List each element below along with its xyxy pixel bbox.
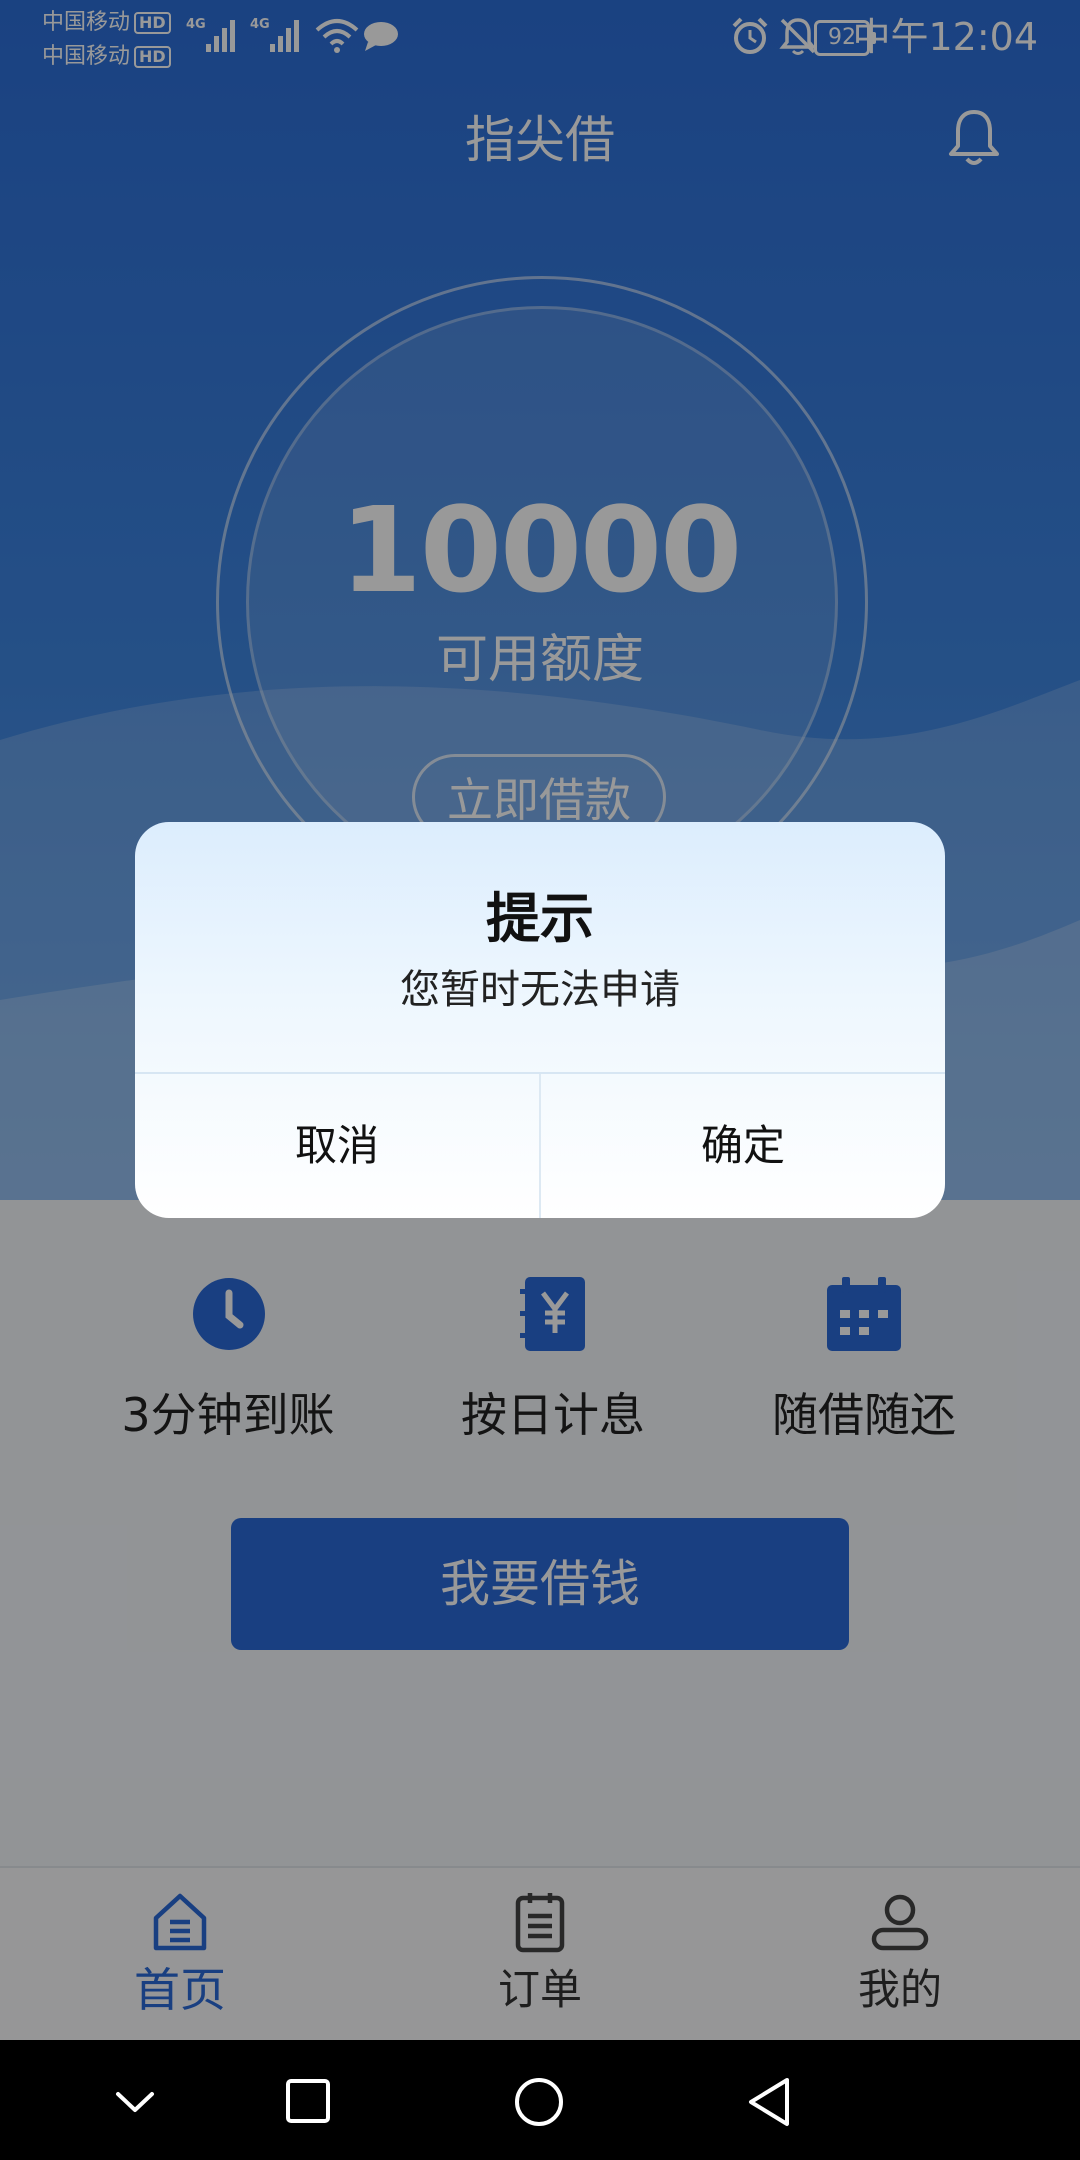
chevron-down-icon[interactable] (114, 2080, 156, 2122)
system-nav-bar (0, 2040, 1080, 2160)
confirm-button[interactable]: 确定 (541, 1074, 945, 1218)
dialog-message: 您暂时无法申请 (400, 967, 680, 1013)
home-circle-icon[interactable] (513, 2076, 565, 2128)
back-icon[interactable] (745, 2076, 793, 2128)
alert-dialog: 提示 您暂时无法申请 取消 确定 (135, 822, 945, 1218)
dialog-title: 提示 (486, 887, 594, 950)
recent-apps-icon[interactable] (285, 2078, 331, 2124)
cancel-button[interactable]: 取消 (135, 1074, 539, 1218)
